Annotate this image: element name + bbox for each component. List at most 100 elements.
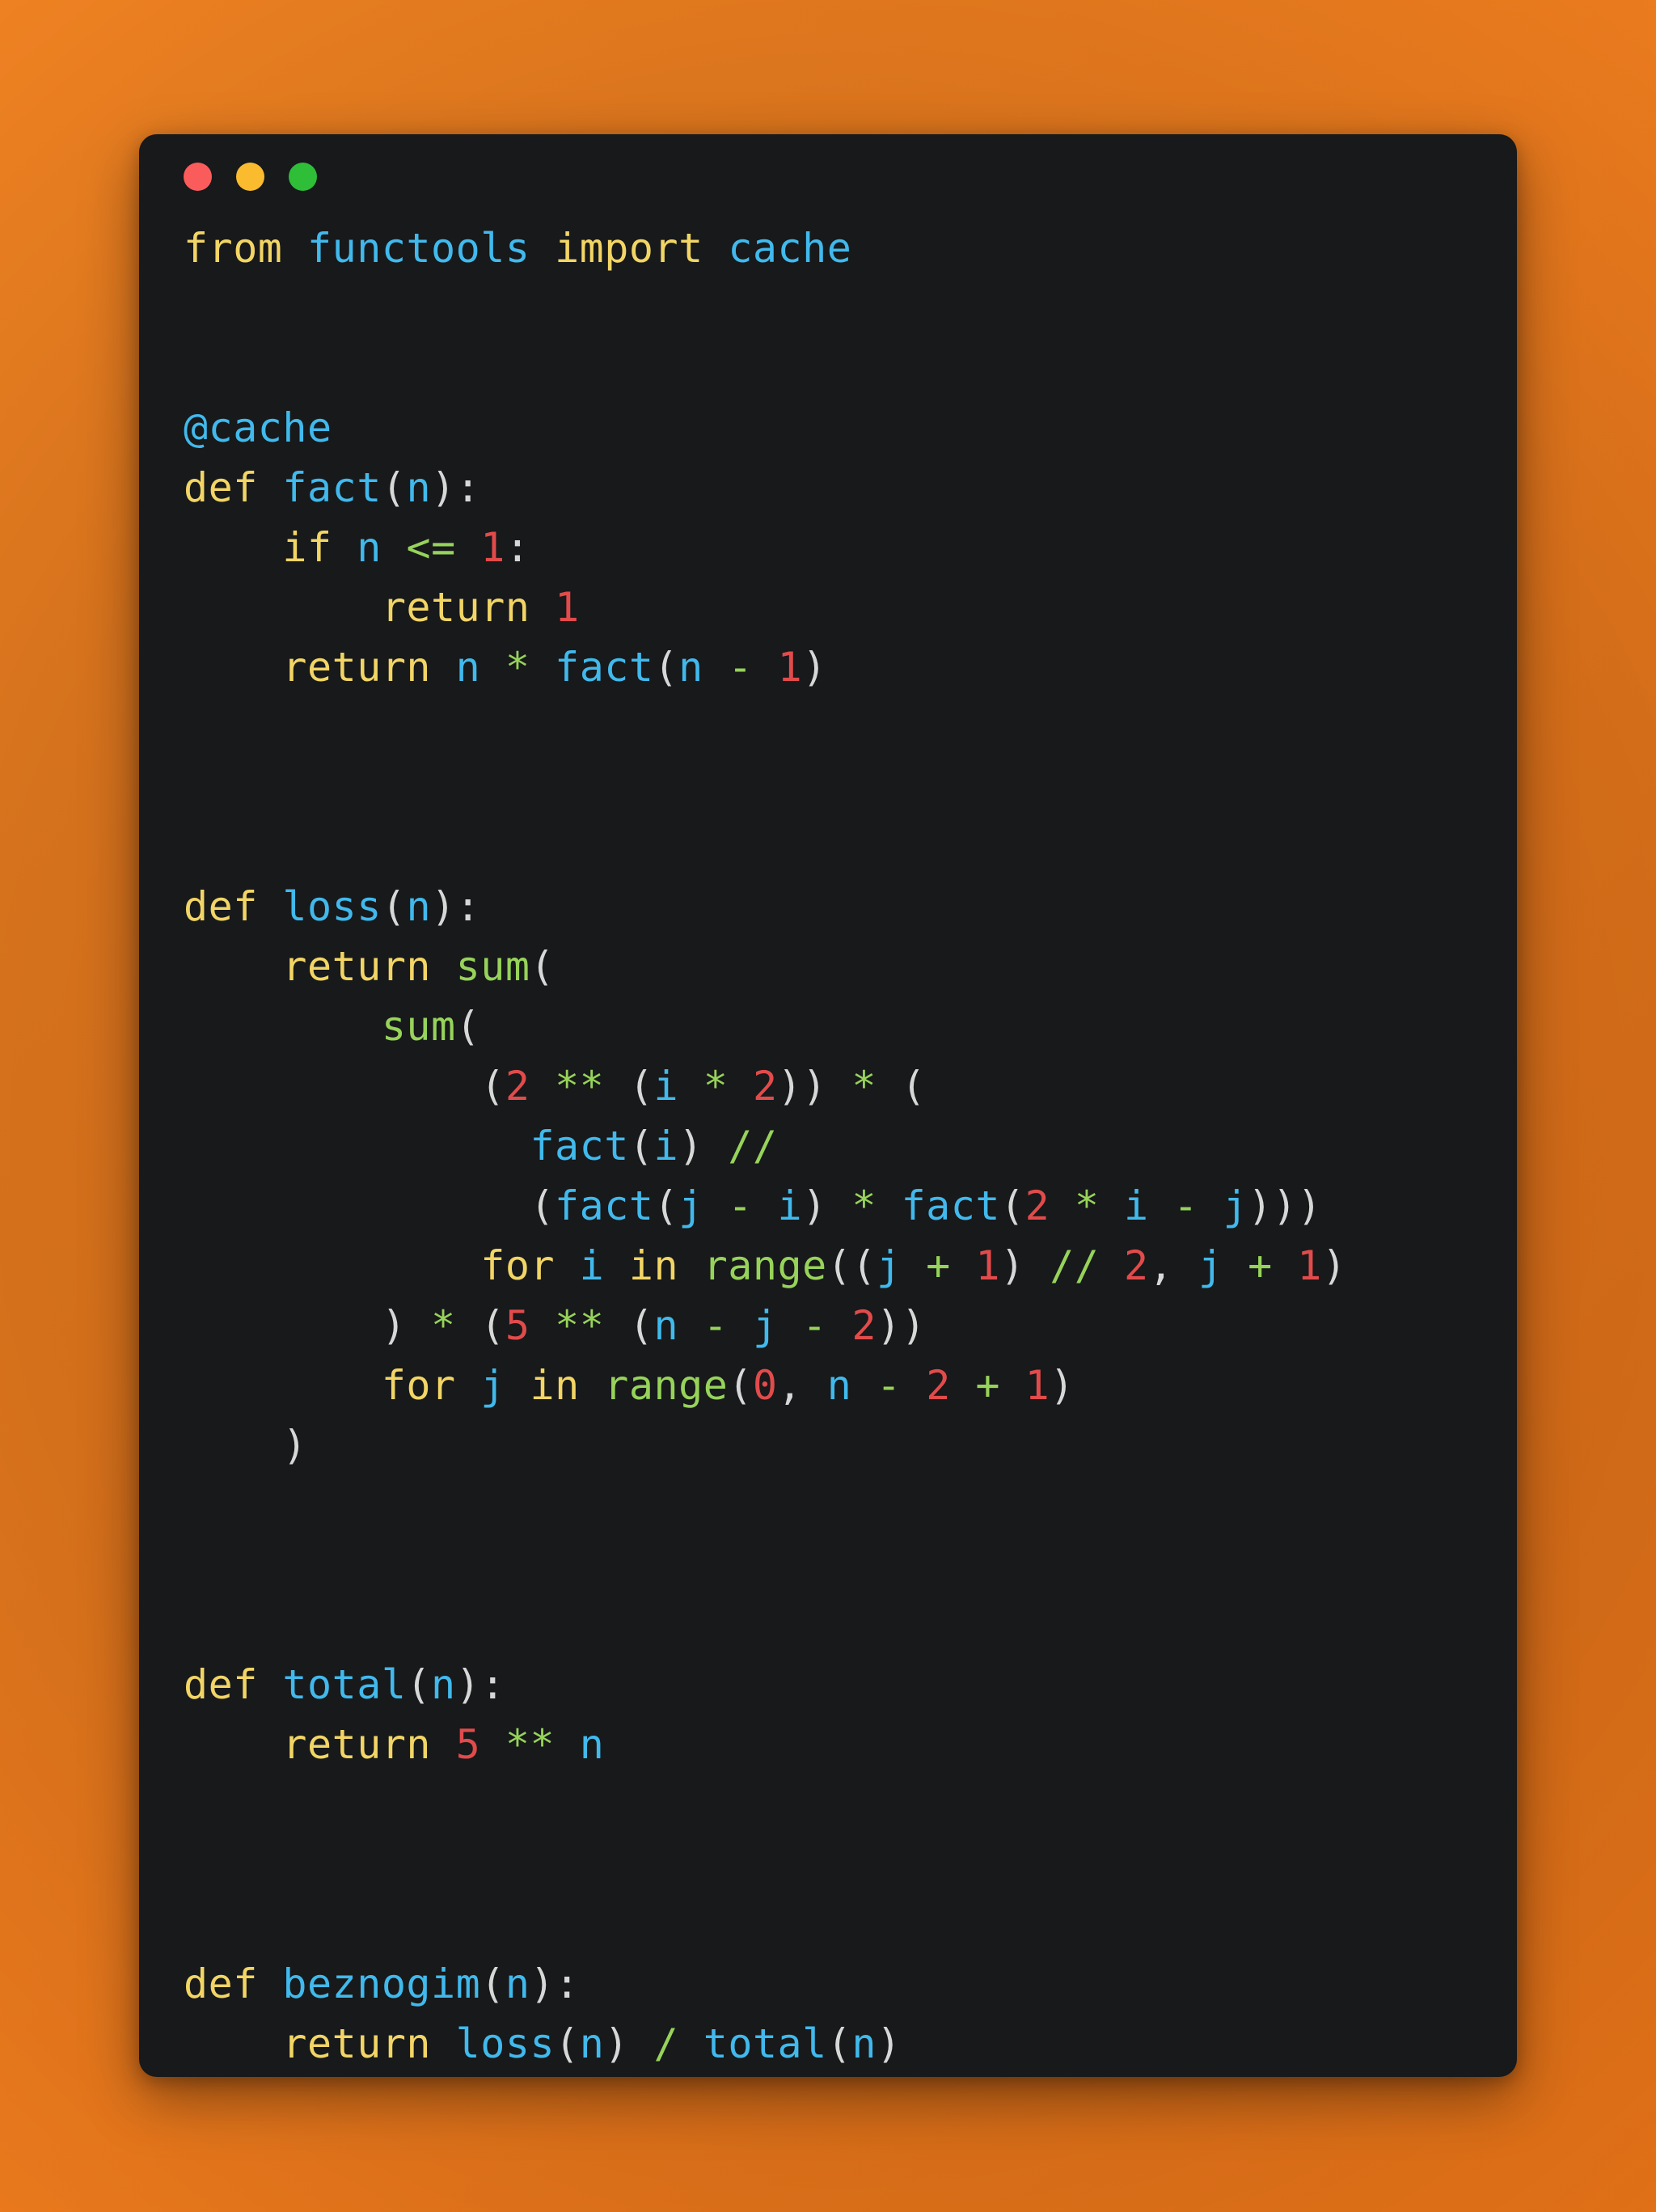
code-token: ((: [826, 1242, 877, 1289]
code-line: return 5 ** n: [184, 1715, 1517, 1774]
code-token: 0: [752, 1362, 778, 1409]
code-token: ))): [1248, 1182, 1322, 1229]
code-token: n: [455, 644, 481, 691]
close-button-icon[interactable]: [184, 162, 212, 191]
code-token: n: [505, 1960, 530, 2007]
code-token: functools: [307, 225, 530, 272]
code-line: ): [184, 1415, 1517, 1475]
code-token: ): [1050, 1362, 1075, 1409]
code-token: beznogim: [282, 1960, 481, 2007]
code-token: for: [480, 1242, 556, 1289]
code-token: ,: [1148, 1242, 1198, 1289]
code-token: +: [975, 1362, 1001, 1409]
code-token: (: [381, 883, 407, 930]
code-line: for j in range(0, n - 2 + 1): [184, 1356, 1517, 1415]
code-token: in: [530, 1362, 580, 1409]
code-line: def loss(n):: [184, 877, 1517, 937]
code-token: ): [999, 1242, 1025, 1289]
code-token: *: [851, 1063, 877, 1110]
code-token: fact: [530, 1123, 629, 1169]
code-token: fact: [282, 464, 382, 511]
code-token: return: [282, 644, 432, 691]
code-token: -: [728, 1182, 753, 1229]
code-token: -: [703, 1302, 729, 1349]
code-token: fact: [555, 644, 654, 691]
code-token: (: [901, 1063, 927, 1110]
code-token: n: [406, 464, 432, 511]
code-line: return loss(n) / total(n): [184, 2014, 1517, 2074]
code-line: (2 ** (i * 2)) * (: [184, 1056, 1517, 1116]
code-token: @cache: [184, 404, 332, 451]
code-token: (: [406, 1661, 432, 1708]
code-token: **: [555, 1063, 605, 1110]
code-token: (: [653, 1182, 679, 1229]
code-token: (: [480, 1063, 505, 1110]
code-token: ):: [455, 1661, 505, 1708]
code-token: 2: [926, 1362, 951, 1409]
code-window: from functools import cache @cache def fa…: [139, 134, 1517, 2077]
code-token: range: [604, 1362, 729, 1409]
code-token: total: [282, 1661, 407, 1708]
code-token: j: [876, 1242, 902, 1289]
minimize-button-icon[interactable]: [236, 162, 264, 191]
code-token: i: [1124, 1182, 1149, 1229]
code-token: -: [1173, 1182, 1198, 1229]
code-token: def: [184, 464, 258, 511]
code-token: n: [678, 644, 703, 691]
code-token: sum: [455, 943, 530, 990]
code-token: 1: [1297, 1242, 1322, 1289]
code-token: *: [851, 1182, 877, 1229]
code-token: in: [628, 1242, 679, 1289]
code-token: n: [357, 524, 382, 571]
code-token: (: [381, 464, 407, 511]
code-token: ): [604, 2020, 629, 2067]
code-token: 2: [1024, 1182, 1050, 1229]
code-token: 2: [851, 1302, 877, 1349]
code-token: )): [877, 1302, 927, 1349]
code-token: ): [802, 644, 827, 691]
code-token: *: [505, 644, 530, 691]
code-token: *: [431, 1302, 456, 1349]
code-token: j: [480, 1362, 505, 1409]
code-token: ):: [530, 1960, 580, 2007]
code-block[interactable]: from functools import cache @cache def fa…: [139, 218, 1517, 2074]
code-token: return: [381, 584, 530, 631]
code-token: j: [678, 1182, 703, 1229]
code-token: *: [1074, 1182, 1100, 1229]
code-token: -: [728, 644, 753, 691]
code-token: ): [1321, 1242, 1347, 1289]
code-token: return: [282, 2020, 432, 2067]
maximize-button-icon[interactable]: [289, 162, 317, 191]
code-line: for i in range((j + 1) // 2, j + 1): [184, 1236, 1517, 1296]
code-token: (: [530, 943, 556, 990]
code-token: +: [1248, 1242, 1273, 1289]
window-titlebar: [139, 134, 1517, 218]
